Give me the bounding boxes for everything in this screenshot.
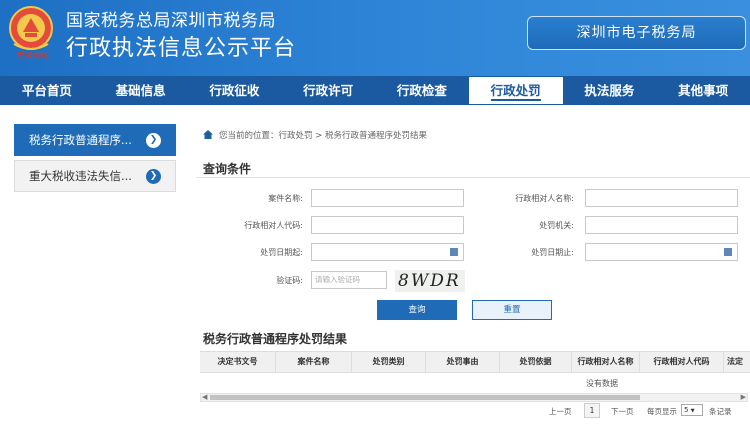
nav-item-collection[interactable]: 行政征收: [188, 76, 282, 105]
penalty-org-input[interactable]: [585, 216, 738, 234]
sidebar-item-ordinary-penalty[interactable]: 税务行政普通程序... ❯: [14, 124, 176, 156]
date-start-label: 处罚日期起:: [260, 248, 303, 257]
e-tax-bureau-button[interactable]: 深圳市电子税务局: [527, 16, 746, 50]
counterpart-code-label: 行政相对人代码:: [244, 221, 303, 230]
page-size-value: 5: [684, 406, 689, 414]
sidebar-item-label: 重大税收违法失信...: [29, 169, 132, 183]
nav-item-other[interactable]: 其他事项: [656, 76, 750, 105]
captcha-image[interactable]: 8WDR: [395, 270, 465, 292]
counterpart-code-input[interactable]: [311, 216, 464, 234]
case-name-input[interactable]: [311, 189, 464, 207]
sidebar: 税务行政普通程序... ❯ 重大税收违法失信... ❯: [14, 124, 176, 196]
column-header[interactable]: 决定书文号: [200, 352, 276, 372]
nav-item-license[interactable]: 行政许可: [281, 76, 375, 105]
counterpart-name-label: 行政相对人名称:: [515, 194, 574, 203]
date-end-label: 处罚日期止:: [531, 248, 574, 257]
nav-item-basic-info[interactable]: 基础信息: [94, 76, 188, 105]
header-banner: 守法纳税 国家税务总局深圳市税务局 行政执法信息公示平台 深圳市电子税务局: [0, 0, 750, 76]
results-table-header: 决定书文号 案件名称 处罚类别 处罚事由 处罚依据 行政相对人名称 行政相对人代…: [200, 351, 750, 373]
date-end-input[interactable]: [585, 243, 738, 261]
home-icon: [203, 130, 213, 139]
column-header[interactable]: 法定: [724, 352, 750, 372]
chevron-down-icon: ▼: [690, 408, 695, 414]
column-header[interactable]: 案件名称: [276, 352, 352, 372]
per-page-prefix: 每页显示: [647, 407, 677, 416]
counterpart-name-input[interactable]: [585, 189, 738, 207]
sidebar-item-major-violation[interactable]: 重大税收违法失信... ❯: [14, 160, 176, 192]
scroll-left-arrow-icon[interactable]: ◀: [202, 393, 207, 401]
next-page-link[interactable]: 下一页: [611, 406, 634, 417]
scrollbar-thumb[interactable]: [210, 395, 640, 400]
results-section-title: 税务行政普通程序处罚结果: [203, 332, 348, 346]
breadcrumb-text: 您当前的位置：行政处罚 > 税务行政普通程序处罚结果: [219, 131, 428, 141]
tax-emblem-logo: [9, 6, 53, 50]
captcha-label: 验证码:: [276, 276, 303, 285]
header-org-name: 国家税务总局深圳市税务局: [66, 11, 276, 31]
logo-script-text: 守法纳税: [16, 51, 48, 60]
empty-table-message: 没有数据: [586, 379, 618, 388]
chevron-right-icon: ❯: [146, 133, 161, 148]
chevron-right-icon: ❯: [146, 169, 161, 184]
penalty-org-label: 处罚机关:: [539, 221, 574, 230]
column-header[interactable]: 处罚事由: [426, 352, 500, 372]
captcha-input[interactable]: 请输入验证码: [311, 271, 387, 289]
column-header[interactable]: 行政相对人代码: [640, 352, 724, 372]
nav-item-home[interactable]: 平台首页: [0, 76, 94, 105]
nav-item-penalty[interactable]: 行政处罚: [468, 77, 563, 104]
date-start-input[interactable]: [311, 243, 464, 261]
nav-item-enforcement-service[interactable]: 执法服务: [563, 76, 657, 105]
horizontal-scrollbar[interactable]: ◀ ▶: [200, 393, 748, 402]
scroll-right-arrow-icon[interactable]: ▶: [741, 393, 746, 401]
section-divider: [196, 177, 750, 178]
column-header[interactable]: 行政相对人名称: [572, 352, 640, 372]
breadcrumb: 您当前的位置：行政处罚 > 税务行政普通程序处罚结果: [203, 129, 427, 141]
header-platform-name: 行政执法信息公示平台: [66, 36, 297, 61]
per-page-suffix: 条记录: [709, 407, 732, 416]
nav-item-penalty-label: 行政处罚: [490, 83, 541, 101]
calendar-icon[interactable]: [450, 248, 458, 256]
calendar-icon[interactable]: [724, 248, 732, 256]
nav-item-inspection[interactable]: 行政检查: [375, 76, 469, 105]
reset-button[interactable]: 重置: [472, 300, 552, 320]
main-nav: 平台首页 基础信息 行政征收 行政许可 行政检查 行政处罚 执法服务 其他事项: [0, 76, 750, 105]
column-header[interactable]: 处罚类别: [352, 352, 426, 372]
prev-page-link[interactable]: 上一页: [549, 406, 572, 417]
case-name-label: 案件名称:: [268, 194, 303, 203]
query-section-title: 查询条件: [203, 162, 252, 176]
page-size-select[interactable]: 5 ▼: [681, 404, 703, 416]
column-header[interactable]: 处罚依据: [500, 352, 572, 372]
current-page-number[interactable]: 1: [584, 403, 600, 418]
search-button[interactable]: 查询: [377, 300, 457, 320]
sidebar-item-label: 税务行政普通程序...: [29, 133, 132, 147]
